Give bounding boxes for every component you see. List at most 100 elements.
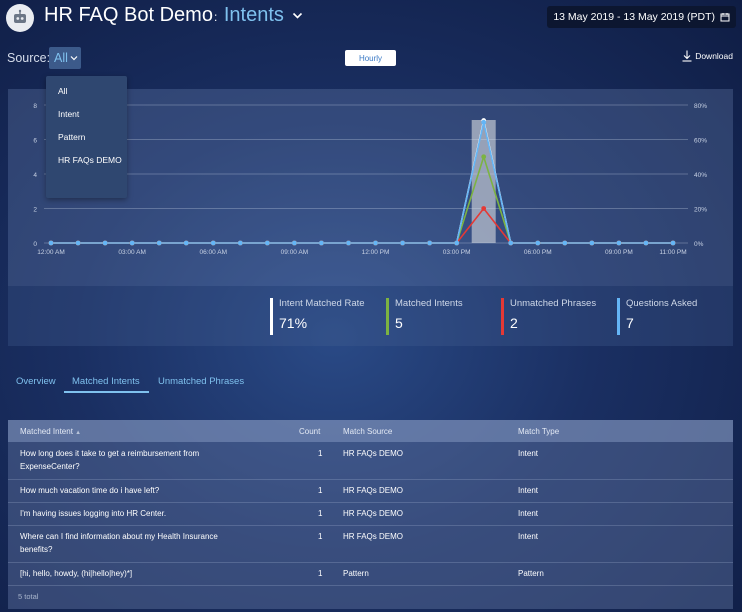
x-axis-tick: 09:00 AM — [281, 249, 308, 256]
hourly-button[interactable]: Hourly — [345, 50, 396, 66]
table-row-type: Pattern — [518, 569, 544, 578]
download-icon — [682, 50, 692, 62]
row-divider — [8, 479, 733, 480]
column-header-match-type[interactable]: Match Type — [518, 427, 559, 436]
x-axis-tick: 09:00 PM — [605, 249, 633, 256]
download-label: Download — [695, 51, 733, 61]
data-point — [319, 240, 324, 246]
download-button[interactable]: Download — [682, 50, 733, 62]
row-divider — [8, 562, 733, 563]
calendar-icon — [720, 13, 730, 22]
chevron-down-icon[interactable] — [292, 10, 303, 21]
data-point — [264, 240, 270, 246]
dropdown-option-all[interactable]: All — [58, 86, 67, 96]
app-name: HR FAQ Bot Demo — [44, 4, 213, 26]
intent-text: benefits? — [20, 545, 53, 554]
date-range-picker[interactable]: 13 May 2019 - 13 May 2019 (PDT) — [547, 6, 736, 28]
data-point — [535, 240, 541, 246]
data-point — [183, 240, 189, 246]
table-row-type: Intent — [518, 532, 539, 541]
robot-icon — [14, 9, 26, 23]
data-point — [616, 240, 622, 246]
tab-matched-intents[interactable]: Matched Intents — [72, 376, 140, 387]
y-axis-left-tick: 8 — [33, 103, 37, 110]
series-line-3 — [51, 122, 673, 244]
table-row-source: HR FAQs DEMO — [343, 532, 404, 541]
x-axis-tick: 03:00 AM — [118, 249, 145, 256]
table-row-source: Pattern — [343, 569, 369, 578]
table-row-count: 1 — [318, 532, 323, 541]
date-range-text: 13 May 2019 - 13 May 2019 (PDT) — [553, 11, 715, 23]
source-select-value: All — [54, 51, 68, 65]
stat-label: Intent Matched Rate — [279, 298, 365, 309]
data-point — [481, 154, 487, 160]
data-point — [400, 240, 405, 246]
column-header-matched-intent[interactable]: Matched Intent ▲ — [20, 427, 81, 436]
data-point — [643, 240, 649, 246]
dropdown-option-hr-faqs-demo[interactable]: HR FAQs DEMO — [58, 155, 122, 165]
x-axis-tick: 06:00 AM — [200, 249, 227, 256]
intent-text: How much vacation time do i have left? — [20, 486, 160, 495]
intent-text: Where can I find information about my He… — [20, 532, 218, 541]
y-axis-left-tick: 0 — [33, 241, 37, 248]
y-axis-right-tick: 0% — [694, 241, 704, 248]
page-title[interactable]: HR FAQ Bot Demo: Intents — [44, 4, 303, 27]
table-row-source: HR FAQs DEMO — [343, 449, 404, 458]
y-axis-right-tick: 40% — [694, 172, 707, 179]
row-divider — [8, 585, 733, 586]
table-row-source: HR FAQs DEMO — [343, 509, 404, 518]
table-row-intent[interactable]: How much vacation time do i have left? — [20, 484, 159, 497]
data-point — [670, 240, 676, 246]
table-row-type: Intent — [518, 449, 539, 458]
stat-label: Unmatched Phrases — [510, 298, 597, 309]
data-point — [481, 206, 487, 211]
column-header-count[interactable]: Count — [299, 427, 320, 436]
table-row-count: 1 — [318, 569, 323, 578]
data-point — [48, 240, 54, 246]
x-axis-tick: 06:00 PM — [524, 249, 552, 256]
stat-intent-matched-rate: Intent Matched Rate 71% — [270, 298, 365, 335]
data-point — [291, 240, 297, 246]
source-select[interactable]: All — [49, 47, 81, 69]
sort-ascending-icon: ▲ — [75, 430, 82, 436]
row-divider — [8, 502, 733, 503]
y-axis-left-tick: 4 — [33, 172, 37, 179]
table-row-intent[interactable]: [hi, hello, howdy, (hi|hello|hey)*] — [20, 567, 132, 580]
data-point — [373, 240, 378, 246]
stat-value: 7 — [626, 315, 634, 331]
data-point — [562, 240, 568, 246]
series-line-1 — [51, 154, 673, 244]
stat-label: Matched Intents — [395, 298, 463, 309]
dropdown-option-pattern[interactable]: Pattern — [58, 132, 85, 142]
stat-unmatched-phrases: Unmatched Phrases 2 — [501, 298, 596, 335]
intent-text: [hi, hello, howdy, (hi|hello|hey)*] — [20, 569, 133, 578]
table-row-count: 1 — [318, 509, 323, 518]
data-point — [102, 240, 108, 246]
row-divider — [8, 525, 733, 526]
tab-overview[interactable]: Overview — [16, 376, 56, 387]
data-point — [508, 240, 514, 246]
column-header-match-source[interactable]: Match Source — [343, 427, 392, 436]
table-row-intent[interactable]: Where can I find information about my He… — [20, 530, 218, 556]
bot-avatar — [6, 4, 34, 32]
table-row-intent[interactable]: How long does it take to get a reimburse… — [20, 447, 199, 473]
table-row-intent[interactable]: I'm having issues logging into HR Center… — [20, 507, 166, 520]
intent-text: How long does it take to get a reimburse… — [20, 449, 200, 458]
stat-matched-intents: Matched Intents 5 — [386, 298, 463, 335]
intent-text: ExpenseCenter? — [20, 462, 80, 471]
stat-value: 71% — [279, 315, 308, 331]
source-dropdown-menu: All Intent Pattern HR FAQs DEMO — [46, 76, 127, 198]
tab-unmatched-phrases[interactable]: Unmatched Phrases — [158, 376, 244, 387]
title-separator: : — [213, 10, 218, 24]
data-point — [156, 240, 162, 246]
dropdown-option-intent[interactable]: Intent — [58, 109, 79, 119]
chevron-down-icon — [70, 56, 78, 61]
data-point — [346, 240, 351, 246]
data-point — [481, 119, 487, 125]
x-axis-tick: 11:00 PM — [659, 249, 686, 256]
stat-label: Questions Asked — [626, 298, 698, 309]
series-line-2 — [51, 207, 673, 244]
table-row-type: Intent — [518, 509, 539, 518]
stat-value: 5 — [395, 315, 403, 331]
data-point — [237, 240, 243, 246]
